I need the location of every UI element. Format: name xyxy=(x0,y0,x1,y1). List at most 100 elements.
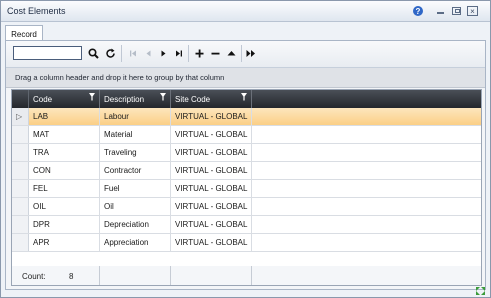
close-icon[interactable]: × xyxy=(467,6,478,16)
cell-site-code-text: VIRTUAL - GLOBAL xyxy=(175,112,248,121)
cell-site-code-text: VIRTUAL - GLOBAL xyxy=(175,148,248,157)
cell-code[interactable]: FEL xyxy=(29,180,100,197)
cell-site-code[interactable]: VIRTUAL - GLOBAL xyxy=(171,198,252,215)
column-header-label: Code xyxy=(33,95,53,104)
table-row[interactable]: APR Appreciation VIRTUAL - GLOBAL xyxy=(12,234,481,252)
row-selector[interactable] xyxy=(12,234,29,251)
column-header-site-code[interactable]: Site Code xyxy=(171,90,252,108)
row-selector[interactable] xyxy=(12,180,29,197)
cell-site-code[interactable]: VIRTUAL - GLOBAL xyxy=(171,144,252,161)
cell-description-text: Depreciation xyxy=(104,220,149,229)
column-header-code[interactable]: Code xyxy=(29,90,100,108)
search-icon[interactable] xyxy=(86,46,100,60)
cell-description[interactable]: Depreciation xyxy=(100,216,171,233)
grid-header: Code Description Site Code xyxy=(12,90,481,108)
row-selector[interactable] xyxy=(12,216,29,233)
last-record-icon[interactable] xyxy=(171,46,185,60)
cost-elements-grid: Code Description Site Code ▷ LAB Labour VIR… xyxy=(11,89,482,267)
count-label: Count: xyxy=(22,272,46,281)
next-record-icon[interactable] xyxy=(156,46,170,60)
cell-code-text: DPR xyxy=(33,220,50,229)
table-row[interactable]: ▷ LAB Labour VIRTUAL - GLOBAL xyxy=(12,108,481,126)
window-title: Cost Elements xyxy=(7,6,66,16)
remove-icon[interactable] xyxy=(208,46,222,60)
table-row[interactable]: MAT Material VIRTUAL - GLOBAL xyxy=(12,126,481,144)
toolbar-separator xyxy=(121,45,122,62)
minimize-icon[interactable] xyxy=(435,6,446,16)
count-value: 8 xyxy=(69,272,74,281)
cell-description[interactable]: Material xyxy=(100,126,171,143)
table-row[interactable]: DPR Depreciation VIRTUAL - GLOBAL xyxy=(12,216,481,234)
cell-description-text: Contractor xyxy=(104,166,142,175)
cell-description-text: Appreciation xyxy=(104,238,149,247)
cell-site-code[interactable]: VIRTUAL - GLOBAL xyxy=(171,126,252,143)
footer-cell xyxy=(100,266,171,285)
refresh-icon[interactable] xyxy=(103,46,117,60)
cell-description-text: Oil xyxy=(104,202,114,211)
filter-icon[interactable] xyxy=(160,93,166,101)
row-selector[interactable]: ▷ xyxy=(12,108,29,125)
cell-code[interactable]: CON xyxy=(29,162,100,179)
cell-description[interactable]: Contractor xyxy=(100,162,171,179)
cell-code-text: APR xyxy=(33,238,50,247)
cell-code-text: MAT xyxy=(33,130,50,139)
cell-code[interactable]: LAB xyxy=(29,108,100,125)
cell-site-code[interactable]: VIRTUAL - GLOBAL xyxy=(171,234,252,251)
cell-description[interactable]: Oil xyxy=(100,198,171,215)
cell-description-text: Labour xyxy=(104,112,129,121)
cell-site-code-text: VIRTUAL - GLOBAL xyxy=(175,220,248,229)
row-selector[interactable] xyxy=(12,126,29,143)
cost-elements-window: Cost Elements ? × Record Drag a column h… xyxy=(0,0,491,298)
column-header-label: Description xyxy=(104,95,145,104)
restore-icon[interactable] xyxy=(452,7,461,15)
table-row[interactable]: FEL Fuel VIRTUAL - GLOBAL xyxy=(12,180,481,198)
table-row[interactable]: CON Contractor VIRTUAL - GLOBAL xyxy=(12,162,481,180)
table-row[interactable]: TRA Traveling VIRTUAL - GLOBAL xyxy=(12,144,481,162)
title-bar: Cost Elements ? × xyxy=(1,1,490,22)
cell-description[interactable]: Appreciation xyxy=(100,234,171,251)
more-icon[interactable] xyxy=(244,46,258,60)
row-selector[interactable] xyxy=(12,162,29,179)
add-icon[interactable] xyxy=(192,46,206,60)
help-icon[interactable]: ? xyxy=(413,6,423,16)
cell-description-text: Material xyxy=(104,130,133,139)
cell-code-text: CON xyxy=(33,166,51,175)
toolbar-separator xyxy=(188,45,189,62)
resize-grip-icon[interactable] xyxy=(475,286,486,296)
column-header-description[interactable]: Description xyxy=(100,90,171,108)
move-up-icon[interactable] xyxy=(224,46,238,60)
cell-code[interactable]: DPR xyxy=(29,216,100,233)
cell-description[interactable]: Labour xyxy=(100,108,171,125)
cell-site-code-text: VIRTUAL - GLOBAL xyxy=(175,238,248,247)
table-row[interactable]: OIL Oil VIRTUAL - GLOBAL xyxy=(12,198,481,216)
cell-code[interactable]: MAT xyxy=(29,126,100,143)
cell-site-code[interactable]: VIRTUAL - GLOBAL xyxy=(171,216,252,233)
column-header-label: Site Code xyxy=(175,95,211,104)
first-record-icon[interactable] xyxy=(126,46,140,60)
toolbar-separator xyxy=(241,45,242,62)
cell-site-code-text: VIRTUAL - GLOBAL xyxy=(175,166,248,175)
row-selector[interactable] xyxy=(12,144,29,161)
cell-description[interactable]: Fuel xyxy=(100,180,171,197)
cell-description[interactable]: Traveling xyxy=(100,144,171,161)
group-by-bar[interactable]: Drag a column header and drop it here to… xyxy=(6,68,485,88)
filter-icon[interactable] xyxy=(241,93,247,101)
cell-code[interactable]: TRA xyxy=(29,144,100,161)
footer-count-cell: Count: 8 xyxy=(12,266,100,285)
search-input[interactable] xyxy=(13,46,82,60)
cell-code-text: TRA xyxy=(33,148,49,157)
cell-code-text: LAB xyxy=(33,112,49,121)
filter-icon[interactable] xyxy=(89,93,95,101)
row-selector[interactable] xyxy=(12,198,29,215)
previous-record-icon[interactable] xyxy=(141,46,155,60)
cell-code[interactable]: APR xyxy=(29,234,100,251)
cell-code-text: OIL xyxy=(33,202,46,211)
cell-site-code[interactable]: VIRTUAL - GLOBAL xyxy=(171,162,252,179)
grid-footer: Count: 8 xyxy=(11,266,482,286)
cell-site-code-text: VIRTUAL - GLOBAL xyxy=(175,130,248,139)
cell-site-code[interactable]: VIRTUAL - GLOBAL xyxy=(171,180,252,197)
cell-code[interactable]: OIL xyxy=(29,198,100,215)
record-panel: Drag a column header and drop it here to… xyxy=(5,40,486,290)
cell-site-code[interactable]: VIRTUAL - GLOBAL xyxy=(171,108,252,125)
current-row-indicator-icon: ▷ xyxy=(16,112,23,121)
